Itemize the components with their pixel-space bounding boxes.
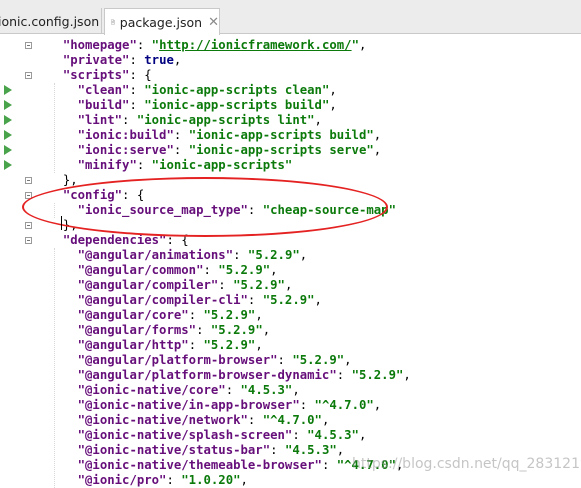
code-line[interactable]: "@ionic-native/status-bar": "4.5.3", — [48, 443, 344, 458]
code-line[interactable]: "@ionic-native/in-app-browser": "^4.7.0"… — [48, 398, 381, 413]
code-line[interactable]: "@angular/forms": "5.2.9", — [48, 323, 270, 338]
code-editor[interactable]: "homepage": "http://ionicframework.com/"… — [0, 35, 581, 482]
code-line[interactable]: "private": true, — [48, 53, 181, 68]
text-caret — [61, 216, 62, 230]
code-line[interactable]: "ionic:serve": "ionic-app-scripts serve"… — [48, 143, 381, 158]
run-script-icon[interactable] — [4, 115, 12, 125]
fold-toggle-icon[interactable] — [25, 42, 32, 49]
tab-label: ionic.config.json — [0, 14, 99, 29]
tab-ionic-config-json[interactable]: ionic.config.json ✕ — [0, 8, 102, 34]
run-script-icon[interactable] — [4, 100, 12, 110]
code-line[interactable]: "lint": "ionic-app-scripts lint", — [48, 113, 322, 128]
code-line[interactable]: "@ionic-native/themeable-browser": "^4.7… — [48, 458, 403, 473]
code-line[interactable]: "@angular/core": "5.2.9", — [48, 308, 263, 323]
editor-tab-bar: ionic.config.json ✕ package.json ✕ — [0, 0, 581, 34]
run-script-icon[interactable] — [4, 145, 12, 155]
watermark: https://blog.csdn.net/qq_28312193 — [352, 456, 581, 472]
code-line[interactable]: "@ionic-native/core": "4.5.3", — [48, 383, 300, 398]
code-line[interactable]: "@angular/common": "5.2.9", — [48, 263, 278, 278]
code-line[interactable]: "@ionic/pro": "1.0.20", — [48, 473, 248, 488]
code-line[interactable]: "minify": "ionic-app-scripts" — [48, 158, 292, 173]
run-script-icon[interactable] — [4, 160, 12, 170]
code-line[interactable]: "ionic:build": "ionic-app-scripts build"… — [48, 128, 381, 143]
run-script-icon[interactable] — [4, 85, 12, 95]
code-line[interactable]: "build": "ionic-app-scripts build", — [48, 98, 337, 113]
fold-toggle-icon[interactable] — [25, 177, 32, 184]
tab-package-json[interactable]: package.json ✕ — [104, 8, 220, 35]
json-file-icon — [111, 15, 115, 29]
code-line[interactable]: "@ionic-native/splash-screen": "4.5.3", — [48, 428, 366, 443]
code-line[interactable]: "scripts": { — [48, 68, 152, 83]
code-line[interactable]: "@ionic-native/network": "^4.7.0", — [48, 413, 329, 428]
fold-toggle-icon[interactable] — [25, 72, 32, 79]
tab-label: package.json — [120, 15, 202, 30]
code-line[interactable]: "@angular/compiler": "5.2.9", — [48, 278, 292, 293]
code-line[interactable]: "@angular/http": "5.2.9", — [48, 338, 263, 353]
code-line[interactable]: "@angular/compiler-cli": "5.2.9", — [48, 293, 322, 308]
close-tab-icon[interactable]: ✕ — [208, 15, 219, 30]
run-script-icon[interactable] — [4, 130, 12, 140]
code-line[interactable]: "clean": "ionic-app-scripts clean", — [48, 83, 337, 98]
code-line[interactable]: "@angular/platform-browser-dynamic": "5.… — [48, 368, 411, 383]
fold-toggle-icon[interactable] — [25, 237, 32, 244]
code-line[interactable]: "@angular/animations": "5.2.9", — [48, 248, 307, 263]
code-line[interactable]: "homepage": "http://ionicframework.com/"… — [48, 38, 366, 53]
fold-toggle-icon[interactable] — [25, 222, 32, 229]
red-annotation-ellipse — [22, 177, 388, 237]
code-line[interactable]: "@angular/platform-browser": "5.2.9", — [48, 353, 352, 368]
